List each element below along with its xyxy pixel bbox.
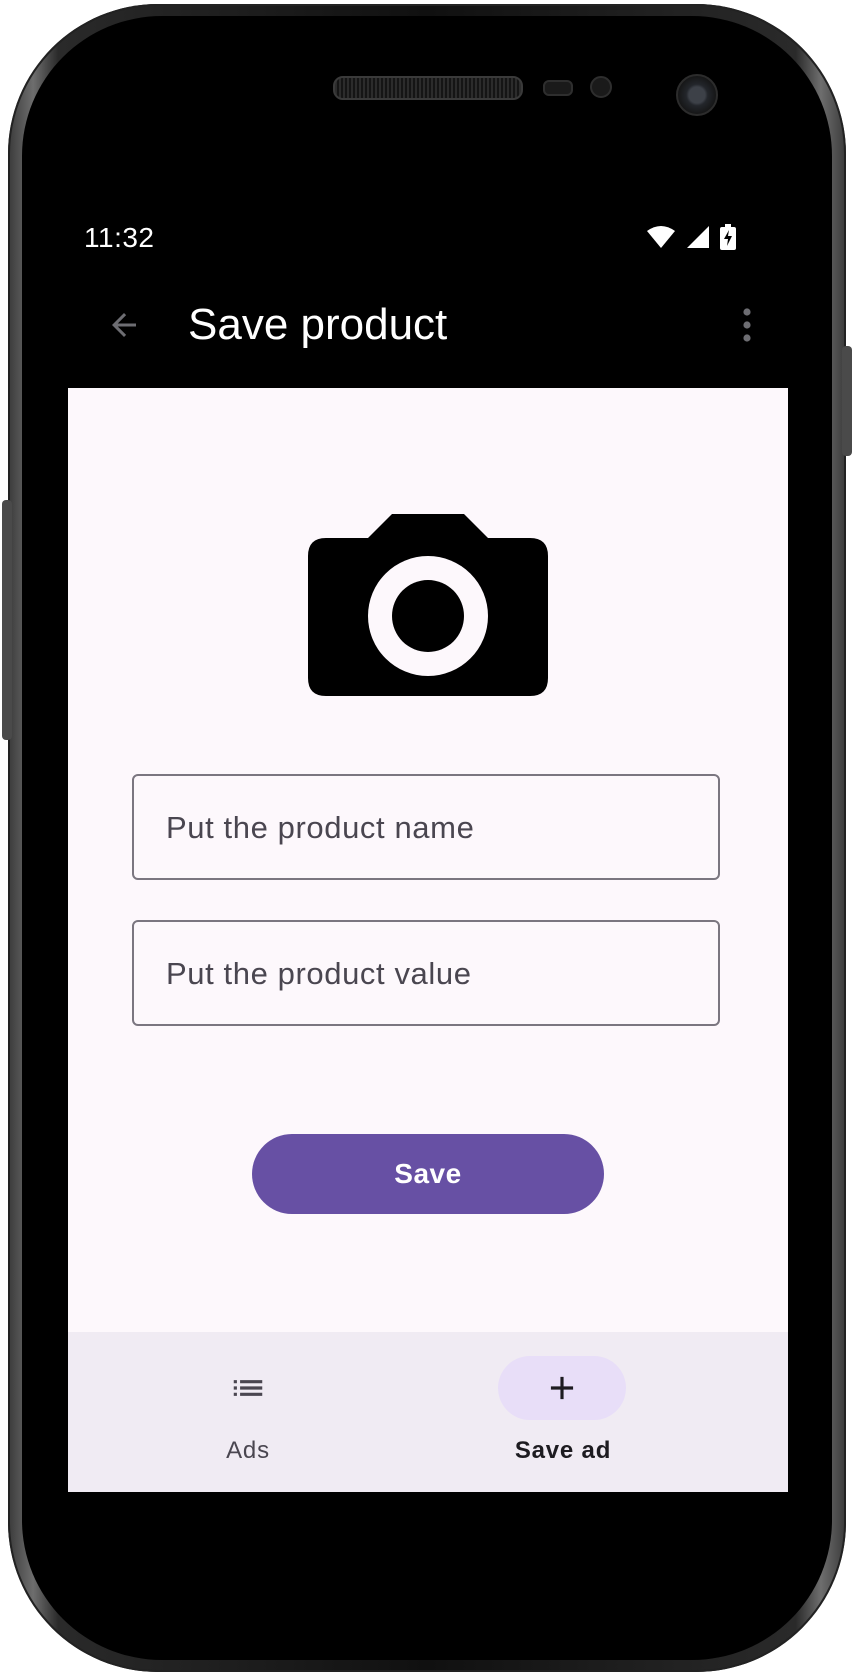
arrow-back-icon	[112, 313, 136, 337]
status-time: 11:32	[84, 222, 155, 253]
top-app-bar: Save product	[68, 262, 788, 388]
proximity-sensor	[543, 80, 573, 96]
status-bar: 11:32	[68, 212, 788, 262]
add-icon	[550, 1376, 574, 1400]
light-sensor	[590, 76, 612, 98]
form-content: Save	[68, 388, 788, 1332]
product-name-field[interactable]	[132, 774, 720, 880]
bottom-navigation: Ads Save ad	[68, 1332, 788, 1492]
page-title: Save product	[188, 300, 448, 349]
product-value-field[interactable]	[132, 920, 720, 1026]
cell-signal-icon	[687, 226, 709, 248]
back-button[interactable]	[98, 299, 150, 351]
status-icons	[646, 224, 736, 250]
battery-charging-icon	[720, 224, 736, 250]
save-button[interactable]: Save	[252, 1134, 604, 1214]
nav-label-save-ad: Save ad	[514, 1437, 612, 1464]
list-icon	[233, 1380, 263, 1396]
nav-label-ads: Ads	[226, 1437, 270, 1464]
nav-indicator-save-ad	[498, 1356, 626, 1420]
screen: 11:32 Save product Put the product name …	[68, 212, 788, 1492]
more-options-button[interactable]	[732, 299, 762, 351]
wifi-icon	[647, 226, 675, 248]
phone-side-button-right	[842, 346, 852, 456]
camera-icon[interactable]	[308, 508, 548, 702]
front-camera	[676, 74, 718, 116]
product-value-input[interactable]	[164, 922, 698, 1026]
product-name-input[interactable]	[164, 776, 698, 880]
nav-indicator-ads	[184, 1356, 312, 1420]
nav-item-ads[interactable]: Ads	[68, 1332, 428, 1492]
nav-item-save-ad[interactable]: Save ad	[428, 1332, 788, 1492]
earpiece-speaker	[333, 76, 523, 100]
phone-side-button-left	[2, 500, 12, 740]
more-vert-icon	[743, 308, 751, 342]
